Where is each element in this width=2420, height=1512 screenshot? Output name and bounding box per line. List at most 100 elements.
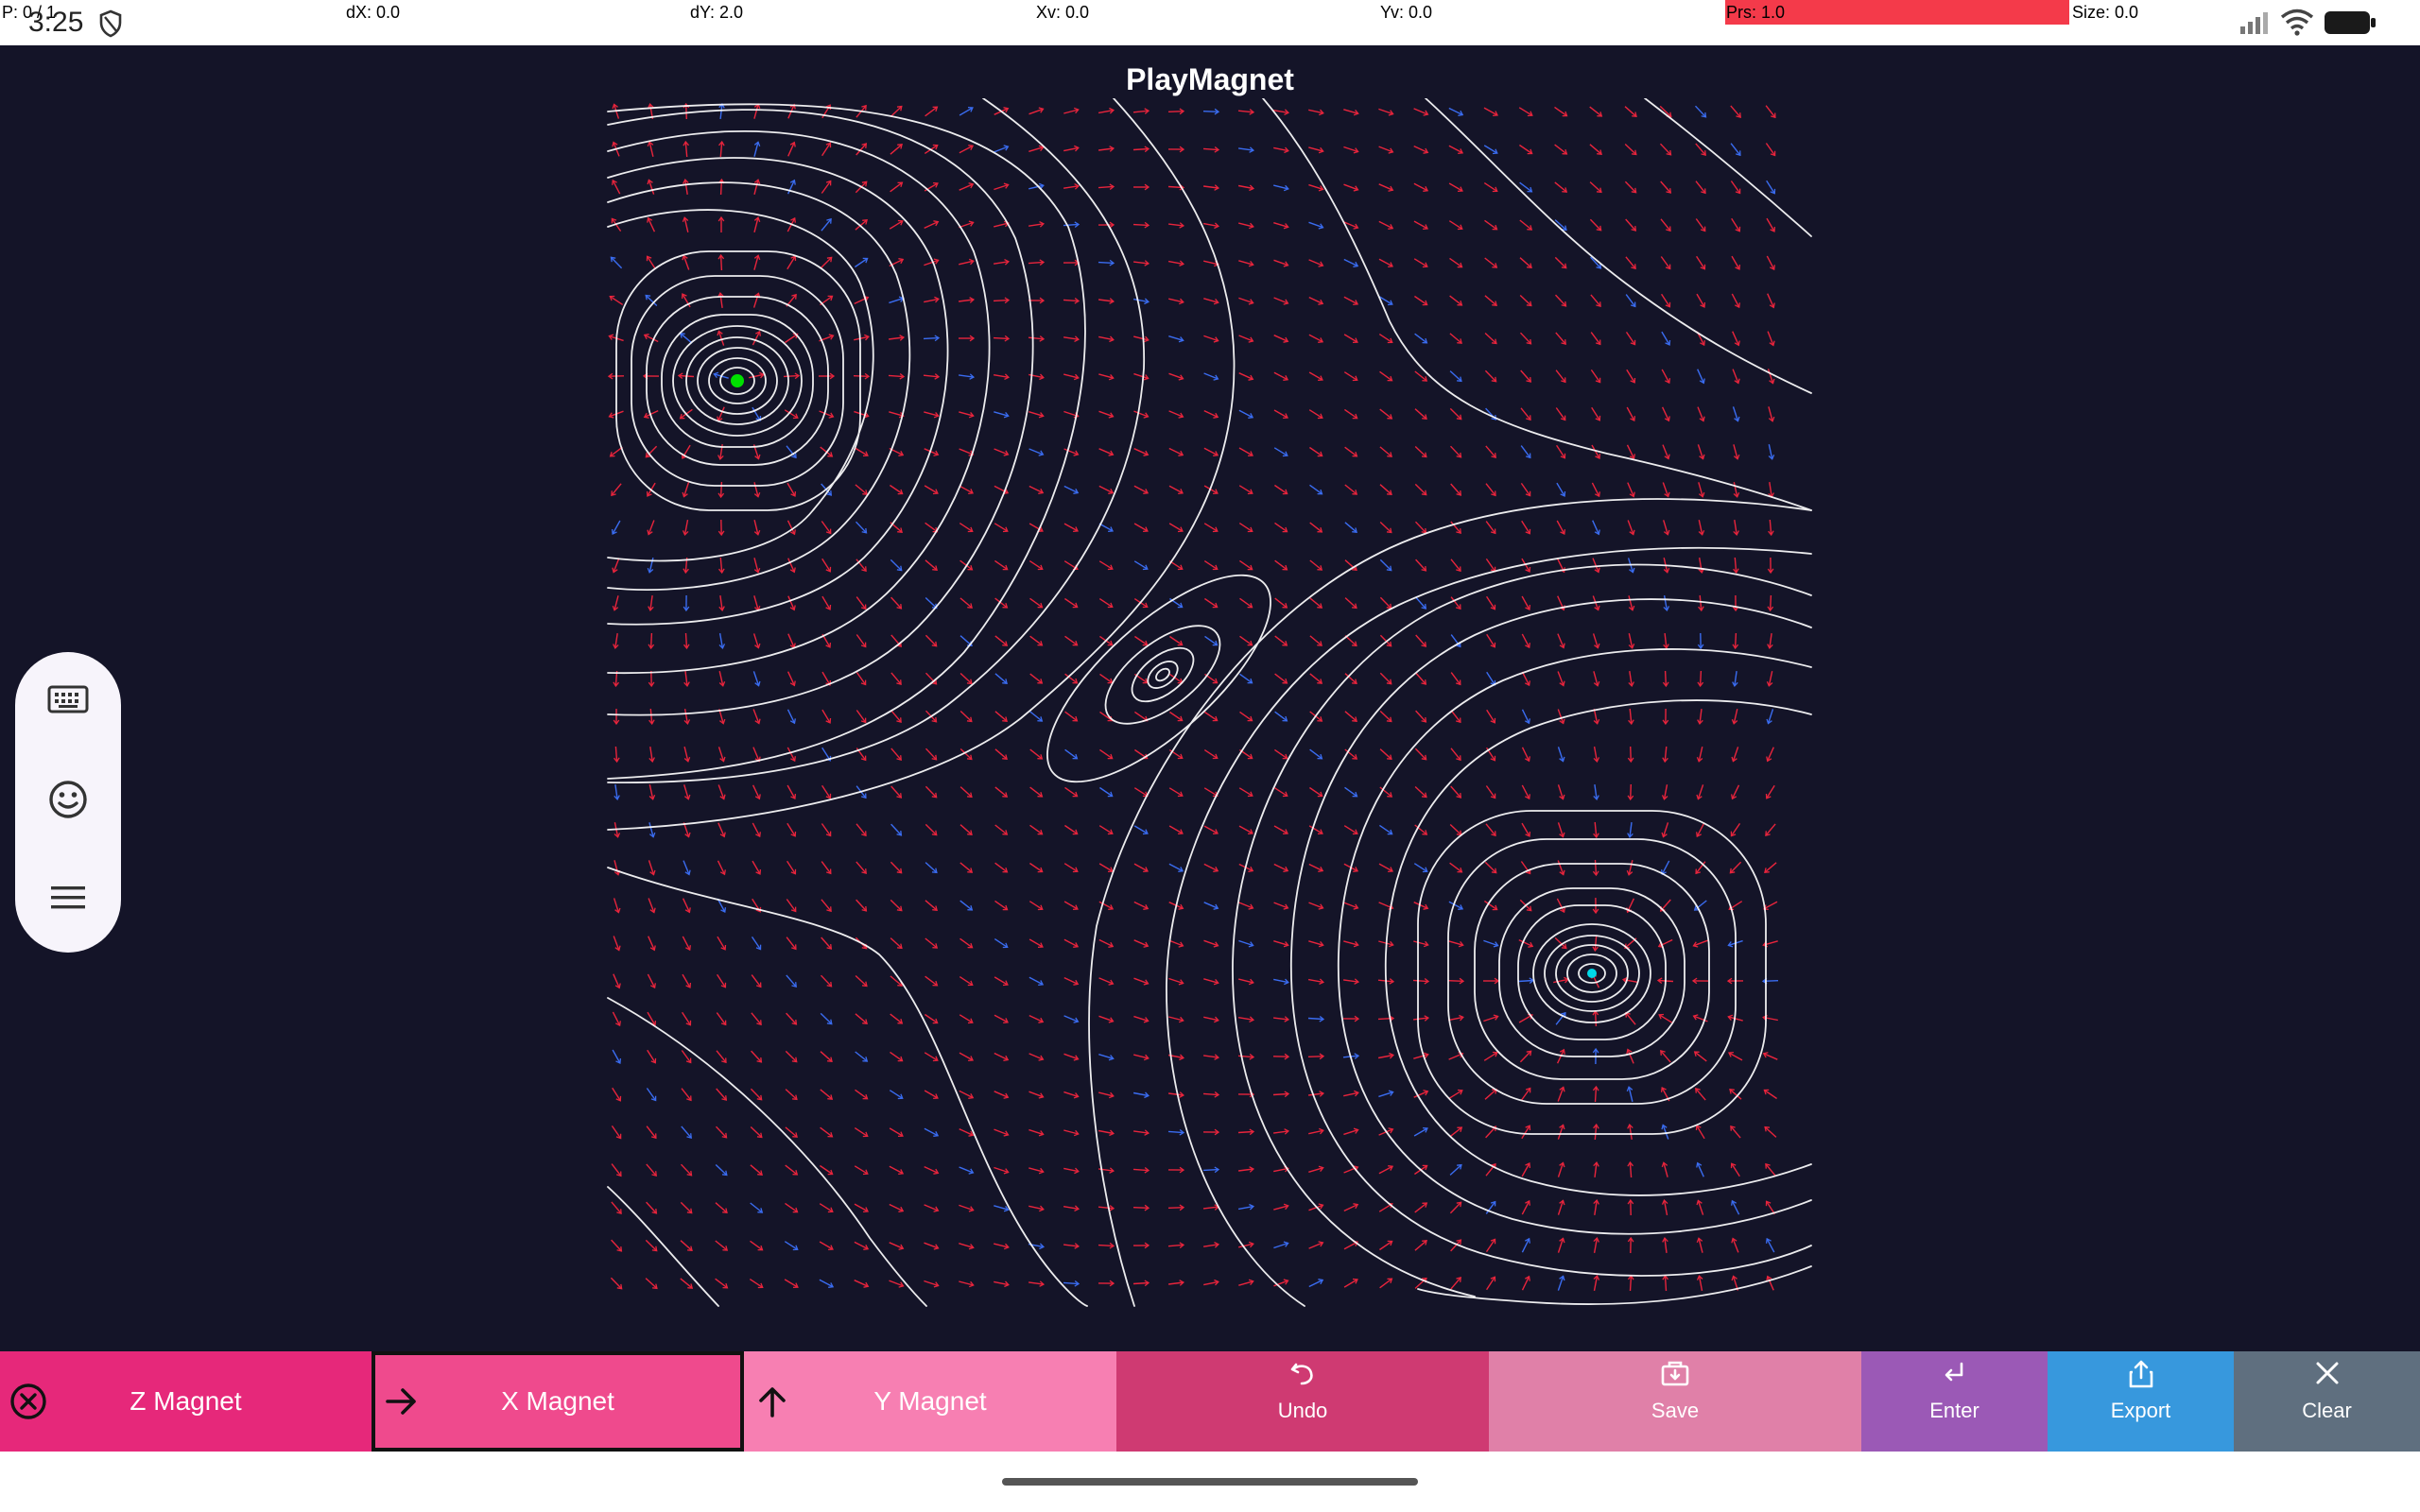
field-arrow bbox=[821, 558, 832, 573]
field-arrow bbox=[1628, 670, 1634, 688]
field-arrow bbox=[993, 297, 1011, 304]
field-arrow bbox=[648, 595, 654, 612]
field-arrow bbox=[1378, 1165, 1394, 1175]
field-arrow bbox=[1308, 1165, 1324, 1173]
field-arrow bbox=[1309, 446, 1323, 457]
field-arrow bbox=[683, 860, 691, 876]
field-arrow bbox=[1521, 671, 1530, 687]
field-arrow bbox=[1730, 1125, 1741, 1139]
field-arrow bbox=[682, 254, 690, 270]
south-pole-marker[interactable] bbox=[1587, 969, 1597, 978]
menu-button[interactable] bbox=[42, 871, 95, 924]
field-arrow bbox=[1098, 1054, 1115, 1061]
field-arrow bbox=[1168, 825, 1184, 835]
magnet-poles[interactable] bbox=[731, 374, 1597, 978]
field-arrow bbox=[1658, 1013, 1673, 1023]
field-arrow bbox=[1554, 144, 1568, 155]
field-arrow bbox=[1098, 146, 1115, 152]
field-arrow bbox=[1309, 786, 1323, 798]
field-arrow bbox=[680, 1278, 694, 1289]
enter-button[interactable]: Enter bbox=[1861, 1351, 2048, 1452]
field-arrow bbox=[1557, 1161, 1565, 1177]
field-arrow bbox=[959, 937, 974, 949]
save-label: Save bbox=[1651, 1399, 1700, 1422]
field-arrow bbox=[925, 634, 938, 647]
field-arrow bbox=[1625, 256, 1636, 270]
field-arrow bbox=[821, 180, 832, 194]
field-arrow bbox=[612, 558, 620, 574]
z-magnet-button[interactable]: Z Magnet bbox=[0, 1351, 372, 1452]
field-arrow bbox=[1063, 1205, 1080, 1211]
field-arrow bbox=[1309, 559, 1323, 571]
field-arrow bbox=[680, 1163, 693, 1177]
field-arrow bbox=[1625, 294, 1636, 308]
undo-button[interactable]: Undo bbox=[1116, 1351, 1489, 1452]
field-arrow bbox=[1098, 448, 1115, 456]
field-arrow bbox=[1733, 444, 1740, 460]
field-arrow bbox=[1695, 218, 1706, 232]
field-arrow bbox=[1308, 863, 1324, 872]
field-arrow bbox=[1483, 977, 1500, 985]
field-arrow bbox=[1133, 335, 1150, 343]
field-arrow bbox=[1343, 825, 1358, 835]
field-arrow bbox=[1450, 672, 1461, 686]
field-arrow bbox=[1028, 1280, 1046, 1287]
field-arrow bbox=[1063, 373, 1080, 381]
field-arrow bbox=[1556, 444, 1566, 459]
field-arrow bbox=[1557, 1124, 1565, 1140]
field-arrow bbox=[1133, 410, 1150, 419]
field-arrow bbox=[1413, 258, 1428, 268]
field-arrow bbox=[1484, 332, 1497, 345]
magnetic-field-plot[interactable] bbox=[603, 98, 1815, 1348]
floating-tool-panel bbox=[15, 652, 121, 953]
clear-button[interactable]: Clear bbox=[2234, 1351, 2420, 1452]
field-arrow bbox=[645, 1239, 658, 1252]
field-arrow bbox=[1168, 1280, 1185, 1286]
field-arrow bbox=[1696, 747, 1703, 763]
field-arrow bbox=[1557, 1199, 1565, 1215]
field-arrow bbox=[1098, 560, 1114, 571]
field-arrow bbox=[1098, 335, 1115, 343]
field-arrow bbox=[1308, 334, 1324, 343]
field-arrow bbox=[959, 1204, 975, 1212]
field-arrow bbox=[1765, 105, 1776, 119]
field-arrow bbox=[1485, 445, 1496, 458]
app-title: PlayMagnet bbox=[1126, 62, 1294, 96]
y-magnet-button[interactable]: Y Magnet bbox=[744, 1351, 1116, 1452]
home-indicator[interactable] bbox=[1002, 1478, 1418, 1486]
x-magnet-button[interactable]: X Magnet bbox=[372, 1351, 744, 1452]
field-arrow bbox=[1521, 822, 1531, 837]
field-arrow bbox=[1273, 146, 1289, 154]
north-pole-marker[interactable] bbox=[731, 374, 744, 387]
field-arrow bbox=[1099, 673, 1114, 684]
field-arrow bbox=[1733, 519, 1739, 537]
field-arrow bbox=[1203, 978, 1219, 986]
field-arrow bbox=[1450, 483, 1462, 496]
field-arrow bbox=[820, 1012, 833, 1025]
field-arrow bbox=[1660, 180, 1672, 194]
field-arrow bbox=[1448, 901, 1464, 910]
field-arrow bbox=[1592, 558, 1600, 574]
field-arrow bbox=[611, 1125, 622, 1140]
field-arrow bbox=[1203, 902, 1219, 910]
field-arrow bbox=[1343, 902, 1359, 910]
field-arrow bbox=[1308, 146, 1324, 154]
save-button[interactable]: Save bbox=[1489, 1351, 1861, 1452]
field-arrow bbox=[1203, 825, 1219, 835]
emoji-button[interactable] bbox=[42, 773, 95, 826]
keyboard-button[interactable] bbox=[42, 673, 95, 726]
field-arrow bbox=[1592, 633, 1600, 649]
field-arrow bbox=[753, 216, 761, 232]
field-arrow bbox=[1696, 1274, 1703, 1292]
field-arrow bbox=[1098, 410, 1115, 419]
magnet-canvas[interactable]: PlayMagnet bbox=[0, 45, 2420, 1351]
field-arrow bbox=[1555, 332, 1566, 345]
field-arrow bbox=[1273, 184, 1289, 192]
field-arrow bbox=[959, 145, 975, 154]
field-arrow bbox=[1519, 1050, 1532, 1063]
field-arrow bbox=[1627, 520, 1635, 536]
field-arrow bbox=[1063, 1129, 1080, 1137]
field-arrow bbox=[1626, 860, 1634, 876]
field-arrow bbox=[994, 824, 1009, 835]
export-button[interactable]: Export bbox=[2048, 1351, 2234, 1452]
